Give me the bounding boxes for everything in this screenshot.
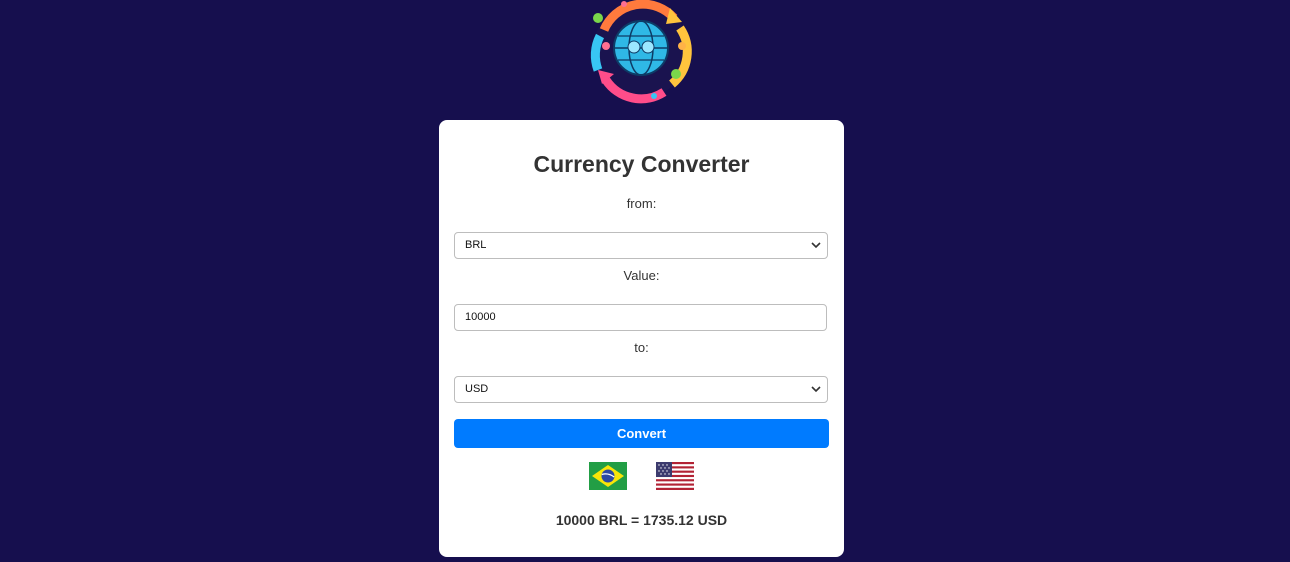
from-currency-select[interactable]: BRL (454, 232, 828, 259)
amount-value: 10000 (465, 311, 496, 323)
convert-button[interactable]: Convert (454, 419, 829, 448)
amount-input[interactable]: 10000 (454, 304, 827, 331)
from-currency-value: BRL (465, 239, 487, 251)
chevron-down-icon (811, 242, 821, 249)
conversion-result: 10000 BRL = 1735.12 USD (555, 512, 728, 528)
from-label: from: (626, 196, 657, 211)
usa-flag-icon (656, 462, 694, 490)
to-currency-value: USD (465, 383, 489, 395)
to-currency-select[interactable]: USD (454, 376, 828, 403)
to-label: to: (634, 340, 649, 355)
brazil-flag-icon (589, 462, 627, 490)
chevron-down-icon (811, 386, 821, 393)
currency-globe-logo-icon (584, 0, 698, 104)
converter-card: Currency Converter from: BRL Value: 1000… (439, 120, 844, 557)
value-label: Value: (623, 268, 660, 283)
page-title: Currency Converter (533, 151, 750, 177)
